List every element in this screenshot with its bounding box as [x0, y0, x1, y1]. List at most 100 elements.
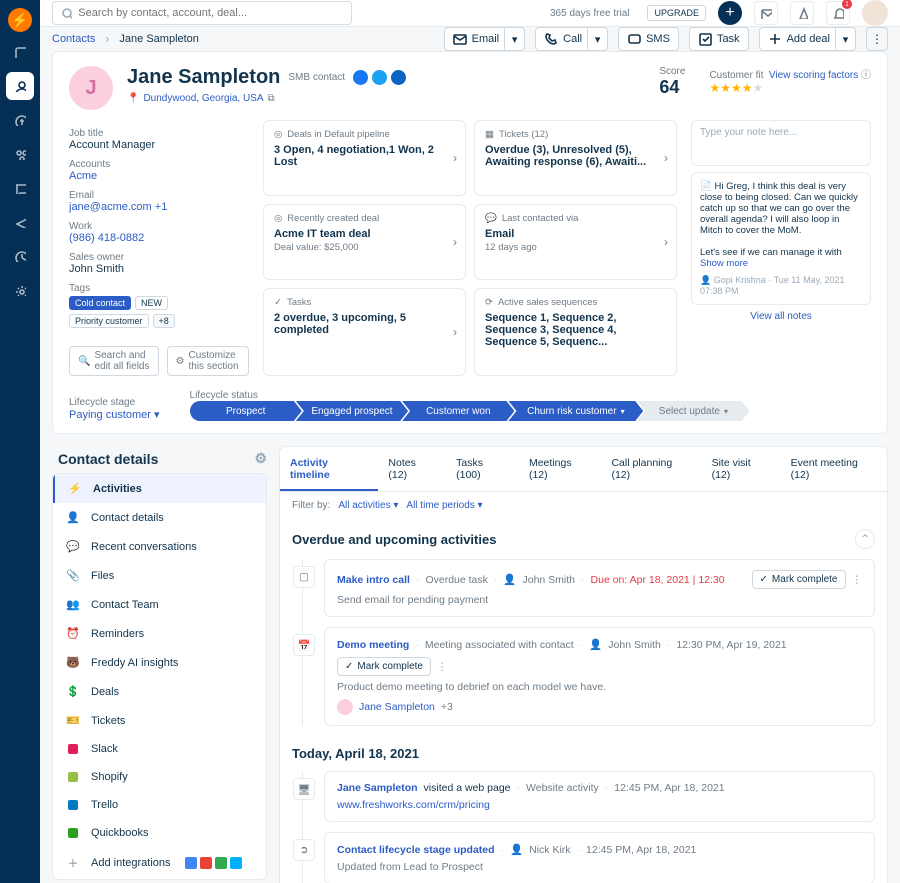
sidebar-reminders[interactable]: ⏰Reminders [53, 619, 266, 648]
activity-title[interactable]: Demo meeting [337, 639, 409, 651]
summary-last-contacted[interactable]: 💬Last contacted viaEmail12 days ago› [474, 204, 677, 281]
stage-select[interactable]: Select update▾ [637, 401, 749, 421]
search-input[interactable] [78, 7, 343, 19]
global-search[interactable] [52, 1, 352, 25]
inbox-icon[interactable] [754, 1, 778, 25]
sidebar-freddy[interactable]: 🐻Freddy AI insights [53, 648, 266, 677]
note-input[interactable]: Type your note here... [691, 120, 871, 166]
twitter-icon[interactable] [372, 70, 387, 85]
more-icon[interactable]: ⋮ [852, 574, 863, 586]
score-value: 64 [659, 77, 685, 98]
customize-section-button[interactable]: ⚙Customize this section [167, 346, 249, 376]
phone-link[interactable]: (986) 418-0882 [69, 232, 144, 244]
location-link[interactable]: Dundywood, Georgia, USA [143, 93, 263, 104]
notes-column: Type your note here... 📄 Hi Greg, I thin… [691, 120, 871, 376]
account-link[interactable]: Acme [69, 170, 97, 182]
summary-tickets[interactable]: ▦Tickets (12)Overdue (3), Unresolved (5)… [474, 120, 677, 196]
tab-site-visit[interactable]: Site visit (12) [702, 447, 781, 491]
contact-badge: SMB contact [288, 72, 345, 83]
tab-event-meeting[interactable]: Event meeting (12) [781, 447, 887, 491]
more-icon[interactable]: ⋮ [437, 661, 448, 673]
filter-time[interactable]: All time periods ▾ [406, 500, 482, 511]
sidebar-quickbooks[interactable]: Quickbooks [53, 819, 266, 847]
rail-deals[interactable] [6, 106, 34, 134]
user-icon: 👤 [503, 573, 516, 586]
stage-prospect[interactable]: Prospect [190, 401, 302, 421]
tab-notes[interactable]: Notes (12) [378, 447, 446, 491]
rail-accounts[interactable] [6, 140, 34, 168]
rail-settings[interactable] [6, 276, 34, 304]
rail-dashboard[interactable] [6, 38, 34, 66]
tag[interactable]: Cold contact [69, 296, 131, 310]
sidebar-contact-details[interactable]: 👤Contact details [53, 503, 266, 532]
chevron-right-icon: › [105, 32, 109, 46]
search-edit-fields-button[interactable]: 🔍Search and edit all fields [69, 346, 159, 376]
copy-icon[interactable]: ⧉ [268, 93, 275, 104]
sms-button[interactable]: SMS [618, 27, 679, 51]
mark-complete-button[interactable]: ✓ Mark complete [752, 570, 846, 589]
mark-complete-button[interactable]: ✓ Mark complete [337, 657, 431, 676]
email-button[interactable]: Email▾ [444, 27, 526, 51]
sidebar-shopify[interactable]: Shopify [53, 763, 266, 791]
stage-engaged[interactable]: Engaged prospect [296, 401, 408, 421]
sidebar-deals[interactable]: 💲Deals [53, 677, 266, 706]
more-actions-button[interactable]: ⋮ [866, 27, 888, 51]
rail-campaigns[interactable] [6, 208, 34, 236]
tab-call-planning[interactable]: Call planning (12) [601, 447, 701, 491]
add-deal-button[interactable]: Add deal▾ [759, 27, 856, 51]
linkedin-icon[interactable] [391, 70, 406, 85]
user-icon: 👤 [510, 843, 523, 856]
rail-reports[interactable] [6, 242, 34, 270]
quick-add-button[interactable]: + [718, 1, 742, 25]
activity-title[interactable]: Make intro call [337, 574, 410, 586]
info-icon[interactable]: ⓘ [861, 70, 871, 81]
sidebar-conversations[interactable]: 💬Recent conversations [53, 532, 266, 561]
upgrade-button[interactable]: UPGRADE [647, 5, 706, 21]
chevron-down-icon[interactable]: ▾ [504, 28, 524, 50]
lifecycle-stage-dropdown[interactable]: Paying customer ▾ [69, 408, 160, 421]
email-link[interactable]: jane@acme.com [69, 201, 152, 213]
view-all-notes-link[interactable]: View all notes [691, 311, 871, 322]
reminder-icon: ⏰ [65, 627, 81, 640]
summary-deals[interactable]: ◎Deals in Default pipeline3 Open, 4 nego… [263, 120, 466, 196]
sidebar-add-integrations[interactable]: ＋Add integrations [53, 847, 266, 879]
sidebar-tickets[interactable]: 🎫Tickets [53, 706, 266, 735]
collapse-icon[interactable]: ⌃ [855, 529, 875, 549]
attendee-link[interactable]: Jane Sampleton [359, 701, 435, 713]
tab-activity[interactable]: Activity timeline [280, 447, 378, 491]
facebook-icon[interactable] [353, 70, 368, 85]
scoring-factors-link[interactable]: View scoring factors [769, 70, 858, 81]
task-button[interactable]: Task [689, 27, 749, 51]
announcements-icon[interactable] [790, 1, 814, 25]
social-links[interactable] [353, 70, 406, 85]
filter-activities[interactable]: All activities ▾ [338, 500, 398, 511]
tag[interactable]: NEW [135, 296, 168, 310]
sidebar-team[interactable]: 👥Contact Team [53, 590, 266, 619]
tag-more[interactable]: +8 [153, 314, 175, 328]
user-avatar[interactable] [862, 0, 888, 26]
app-logo[interactable]: ⚡ [8, 8, 32, 32]
customer-fit-stars: ★★★★★ [709, 81, 871, 95]
notifications-icon[interactable]: 1 [826, 1, 850, 25]
summary-recent-deal[interactable]: ◎Recently created dealAcme IT team dealD… [263, 204, 466, 281]
sidebar-trello[interactable]: Trello [53, 791, 266, 819]
sidebar-files[interactable]: 📎Files [53, 561, 266, 590]
rail-conversations[interactable] [6, 174, 34, 202]
quickbooks-icon [68, 828, 78, 838]
gear-icon[interactable]: ⚙ [254, 450, 267, 467]
chevron-down-icon[interactable]: ▾ [587, 28, 607, 50]
tab-meetings[interactable]: Meetings (12) [519, 447, 602, 491]
summary-sequences[interactable]: ⟳Active sales sequencesSequence 1, Seque… [474, 288, 677, 376]
breadcrumb-contacts[interactable]: Contacts [52, 33, 95, 45]
call-button[interactable]: Call▾ [535, 27, 608, 51]
sidebar-slack[interactable]: Slack [53, 735, 266, 763]
stage-churn[interactable]: Churn risk customer▾ [508, 401, 643, 421]
stage-won[interactable]: Customer won [402, 401, 514, 421]
url-link[interactable]: www.freshworks.com/crm/pricing [337, 799, 490, 811]
rail-contacts[interactable] [6, 72, 34, 100]
tag[interactable]: Priority customer [69, 314, 149, 328]
sidebar-activities[interactable]: ⚡Activities [53, 474, 266, 503]
tab-tasks[interactable]: Tasks (100) [446, 447, 519, 491]
summary-tasks[interactable]: ✓Tasks2 overdue, 3 upcoming, 5 completed… [263, 288, 466, 376]
chevron-down-icon[interactable]: ▾ [835, 28, 855, 50]
